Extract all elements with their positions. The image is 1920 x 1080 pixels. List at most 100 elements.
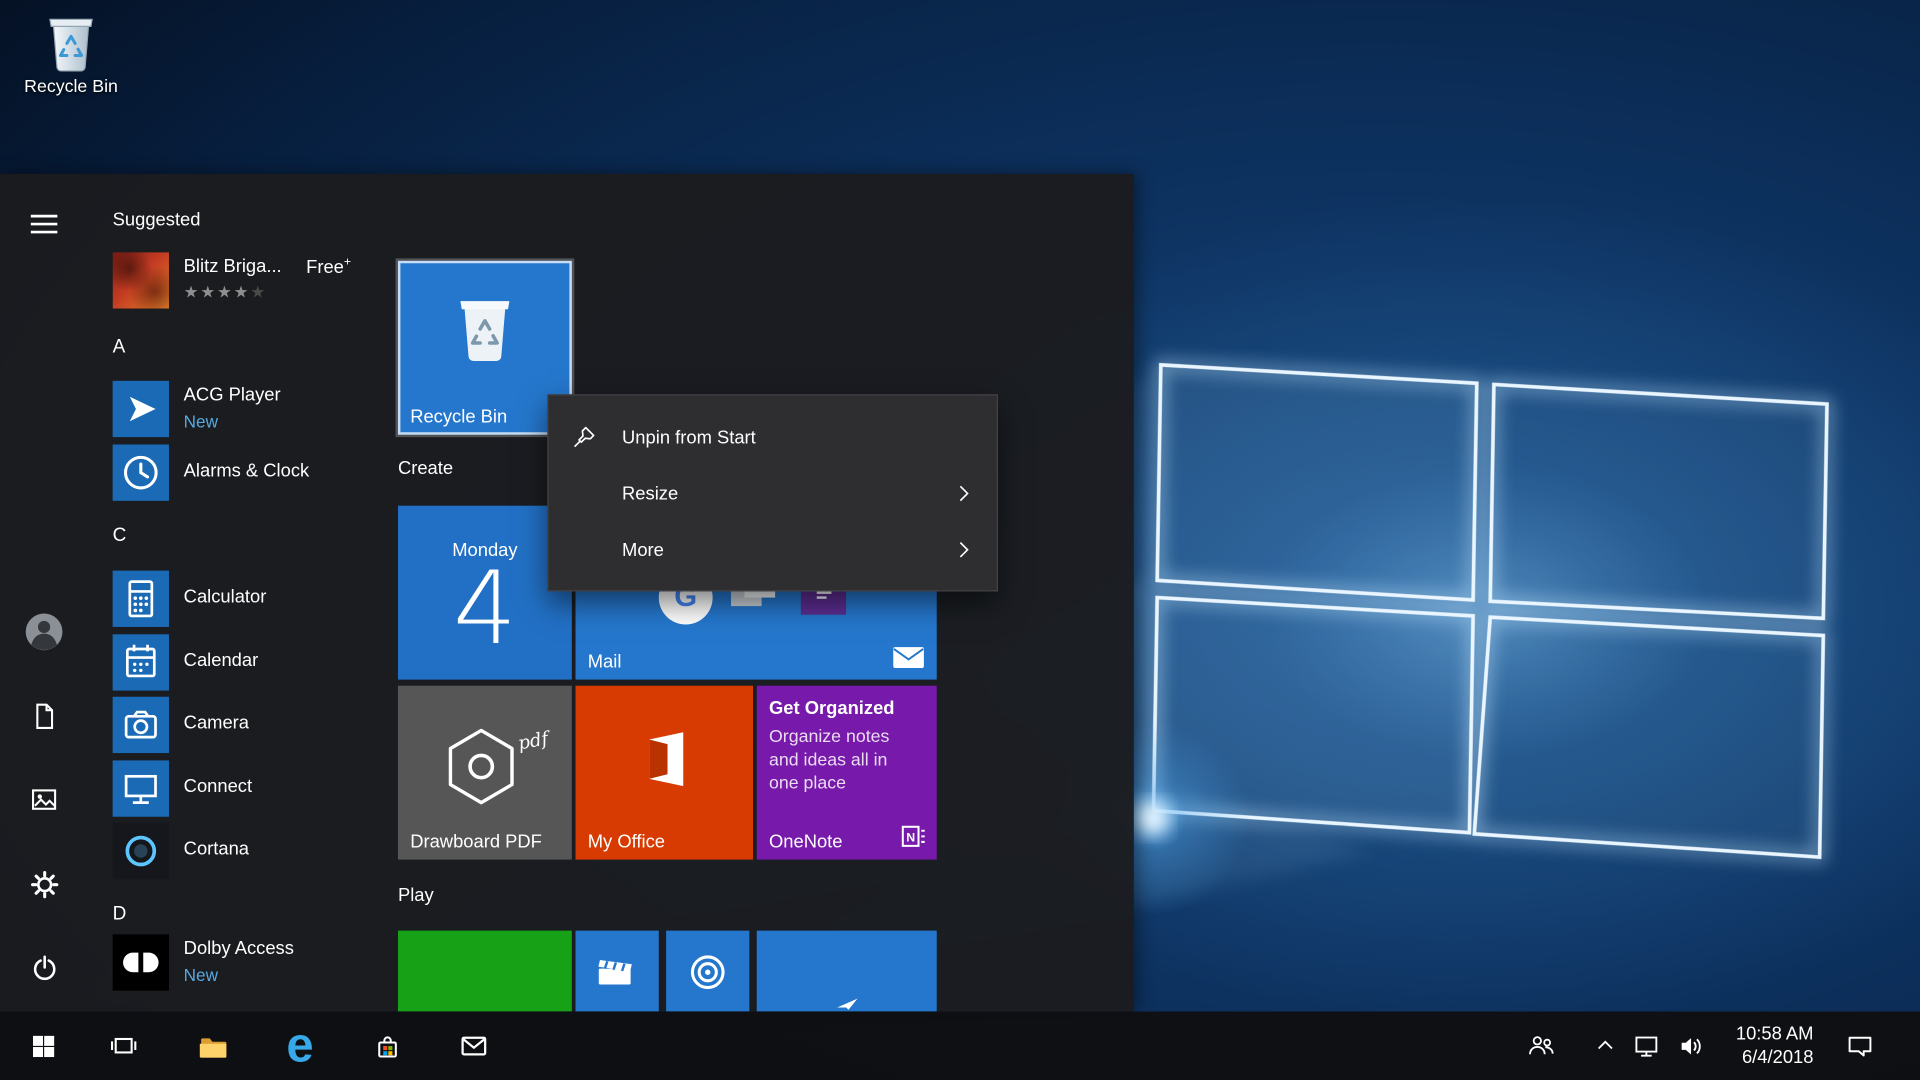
app-name: Connect	[184, 776, 252, 797]
blitz-brigade-icon	[113, 252, 169, 308]
context-item-label: More	[622, 539, 664, 560]
context-item-resize[interactable]: Resize	[549, 465, 997, 521]
app-list-item-acg-player[interactable]: ACG Player New	[113, 381, 431, 440]
hamburger-menu-button[interactable]	[15, 195, 74, 254]
tile-label: OneNote	[769, 831, 843, 852]
power-icon	[29, 952, 60, 983]
people-button[interactable]	[1515, 1011, 1569, 1080]
tile-bullseye[interactable]	[666, 931, 749, 1012]
edge-icon: e	[286, 1015, 313, 1076]
mail-envelope-icon	[893, 647, 925, 669]
file-explorer-button[interactable]	[178, 1011, 249, 1080]
new-badge: New	[184, 411, 218, 431]
tile-green-partial[interactable]	[398, 931, 572, 1012]
acg-player-icon	[113, 381, 169, 437]
app-list-item-calculator[interactable]: Calculator	[113, 571, 431, 630]
bullseye-icon	[686, 950, 730, 994]
pictures-icon	[29, 785, 58, 814]
desktop-icon-label: Recycle Bin	[15, 77, 128, 97]
clock-button[interactable]: 10:58 AM 6/4/2018	[1713, 1011, 1818, 1080]
tile-group-label-create[interactable]: Create	[398, 454, 453, 483]
tile-my-office[interactable]: My Office	[576, 686, 754, 860]
tray-overflow-button[interactable]	[1582, 1011, 1629, 1080]
recycle-bin-icon	[43, 10, 99, 74]
cortana-icon	[113, 823, 169, 879]
chevron-up-icon	[1593, 1033, 1617, 1057]
app-list-item-dolby-access[interactable]: Dolby Access New	[113, 934, 431, 993]
store-icon	[372, 1030, 403, 1061]
tile-label: Mail	[588, 651, 622, 672]
section-header-a[interactable]: A	[113, 333, 382, 362]
edge-browser-button[interactable]: e	[264, 1011, 335, 1080]
tile-drawboard-pdf[interactable]: pdf Drawboard PDF	[398, 686, 572, 860]
unpin-icon	[571, 424, 603, 451]
tile-label: My Office	[588, 831, 665, 852]
calendar-day-number: 4	[398, 555, 572, 665]
tile-label: Recycle Bin	[410, 407, 507, 428]
tile-onenote[interactable]: Get Organized Organize notes and ideas a…	[757, 686, 937, 860]
tile-group-label-play[interactable]: Play	[398, 882, 434, 911]
tile-blue-partial[interactable]	[757, 931, 937, 1012]
documents-button[interactable]	[15, 687, 74, 746]
mail-icon	[458, 1030, 490, 1062]
tile-recycle-bin[interactable]: Recycle Bin	[398, 261, 572, 435]
action-center-icon	[1845, 1031, 1874, 1060]
tile-calendar[interactable]: Monday 4	[398, 506, 572, 680]
hamburger-icon	[28, 208, 60, 240]
start-menu: Suggested Blitz Briga... Free+ ★★★★★ A A…	[0, 174, 1134, 1012]
viewport: Recycle Bin	[0, 0, 1920, 1080]
tile-context-menu: Unpin from Start Resize More	[547, 394, 998, 591]
star-rating: ★★★★★	[184, 283, 267, 303]
mail-app-button[interactable]	[438, 1011, 509, 1080]
power-button[interactable]	[15, 938, 74, 997]
app-list-item-cortana[interactable]: Cortana	[113, 823, 431, 882]
user-icon	[24, 612, 63, 651]
suggested-app-blitz-brigade[interactable]: Blitz Briga... Free+ ★★★★★	[113, 252, 431, 311]
settings-button[interactable]	[15, 855, 74, 914]
context-item-label: Unpin from Start	[622, 427, 756, 448]
document-icon	[29, 702, 58, 731]
section-header-c[interactable]: C	[113, 522, 382, 551]
task-view-button[interactable]	[88, 1011, 159, 1080]
action-center-button[interactable]	[1831, 1011, 1890, 1080]
onenote-mini-icon: N	[900, 823, 927, 850]
volume-button[interactable]	[1669, 1011, 1713, 1080]
app-list-item-alarms-clock[interactable]: Alarms & Clock	[113, 444, 431, 503]
tile-movies-clapper[interactable]	[576, 931, 659, 1012]
onenote-body-text: Organize notes and ideas all in one plac…	[769, 726, 916, 796]
pdf-script-text: pdf	[516, 727, 550, 754]
speaker-icon	[1677, 1032, 1705, 1060]
section-header-d[interactable]: D	[113, 900, 382, 929]
context-item-more[interactable]: More	[549, 522, 997, 578]
clock-date: 6/4/2018	[1742, 1046, 1813, 1069]
taskbar: e	[0, 1011, 1920, 1080]
pictures-button[interactable]	[15, 770, 74, 829]
suggested-app-name: Blitz Briga...	[184, 256, 282, 277]
network-icon	[1633, 1032, 1661, 1060]
recycle-bin-tile-icon	[452, 290, 518, 363]
app-name: Cortana	[184, 839, 249, 860]
svg-text:N: N	[906, 830, 915, 844]
people-icon	[1527, 1031, 1556, 1060]
app-list-item-connect[interactable]: Connect	[113, 760, 431, 819]
onenote-headline: Get Organized	[769, 698, 895, 719]
windows-logo-icon	[31, 1034, 54, 1057]
app-list-item-camera[interactable]: Camera	[113, 697, 431, 756]
clapperboard-icon	[595, 950, 639, 994]
app-name: Camera	[184, 713, 249, 734]
office-logo-icon	[628, 722, 701, 795]
suggested-app-price: Free+	[306, 256, 351, 278]
start-button[interactable]	[7, 1011, 78, 1080]
network-button[interactable]	[1625, 1011, 1669, 1080]
app-name: ACG Player	[184, 384, 281, 405]
desktop-icon-recycle-bin[interactable]: Recycle Bin	[15, 10, 128, 97]
microsoft-store-button[interactable]	[351, 1011, 422, 1080]
context-item-unpin-from-start[interactable]: Unpin from Start	[549, 409, 997, 465]
drawboard-hexagon-icon	[418, 703, 545, 830]
user-account-button[interactable]	[15, 602, 74, 661]
submenu-chevron-icon	[953, 538, 975, 562]
app-name: Calculator	[184, 587, 267, 608]
new-badge: New	[184, 965, 218, 985]
calendar-icon	[113, 634, 169, 690]
app-list-item-calendar[interactable]: Calendar	[113, 634, 431, 693]
